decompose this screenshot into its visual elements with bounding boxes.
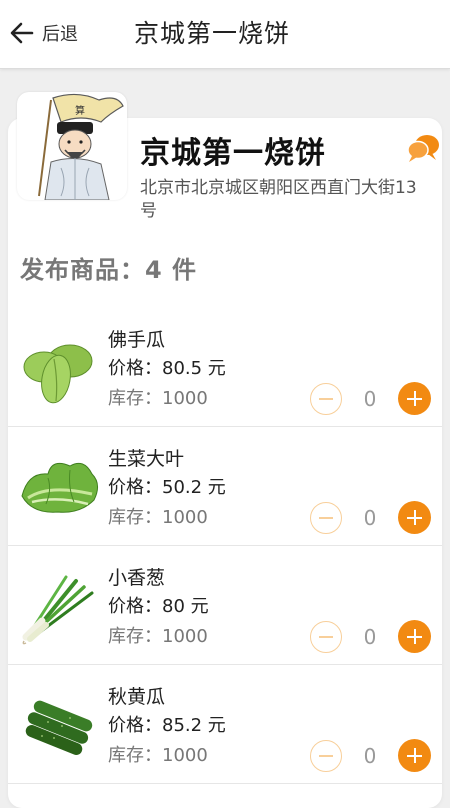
back-button[interactable]: 后退 [8,16,78,50]
product-row[interactable]: 佛手瓜 价格：80.5 元 库存：1000 0 [8,307,442,427]
shop-address: 北京市北京城区朝阳区西直门大街13号 [140,178,417,221]
product-name: 秋黄瓜 [108,686,166,708]
product-stock: 库存：1000 [108,745,208,766]
product-name: 小香葱 [108,567,166,589]
increase-quantity-button[interactable] [398,620,431,653]
decrease-quantity-button[interactable] [310,621,342,653]
product-row[interactable]: 生菜大叶 价格：50.2 元 库存：1000 0 [8,426,442,546]
product-price: 价格：80 元 [108,596,209,617]
arrow-left-icon [10,22,34,44]
product-row[interactable]: 小香葱 价格：80 元 库存：1000 0 [8,545,442,665]
product-price: 价格：85.2 元 [108,715,226,736]
product-price: 价格：80.5 元 [108,358,226,379]
product-row[interactable]: 秋黄瓜 价格：85.2 元 库存：1000 0 [8,664,442,784]
scallion-image [18,563,100,645]
quantity-value: 0 [363,506,377,530]
quantity-value: 0 [363,744,377,768]
lettuce-image [18,444,100,526]
svg-text:算: 算 [75,104,85,117]
decrease-quantity-button[interactable] [310,383,342,415]
quantity-value: 0 [363,625,377,649]
product-price: 价格：50.2 元 [108,477,226,498]
decrease-quantity-button[interactable] [310,740,342,772]
chat-bubbles-icon[interactable] [406,133,440,163]
increase-quantity-button[interactable] [398,382,431,415]
product-name: 生菜大叶 [108,448,185,470]
product-stock: 库存：1000 [108,507,208,528]
shop-name: 京城第一烧饼 [140,136,326,171]
page-title: 京城第一烧饼 [134,19,291,48]
product-stock: 库存：1000 [108,626,208,647]
increase-quantity-button[interactable] [398,739,431,772]
cartoon-scholar-avatar: 算 [38,93,124,200]
products-count-title: 发布商品：4 件 [20,256,198,284]
increase-quantity-button[interactable] [398,501,431,534]
product-name: 佛手瓜 [108,329,166,351]
product-stock: 库存：1000 [108,388,208,409]
cucumber-image [18,682,100,764]
back-label: 后退 [42,24,78,45]
top-bar: 后退 京城第一烧饼 [0,0,450,69]
decrease-quantity-button[interactable] [310,502,342,534]
quantity-value: 0 [363,387,377,411]
chayote-image [18,325,100,407]
shop-avatar: 算 [17,92,127,200]
